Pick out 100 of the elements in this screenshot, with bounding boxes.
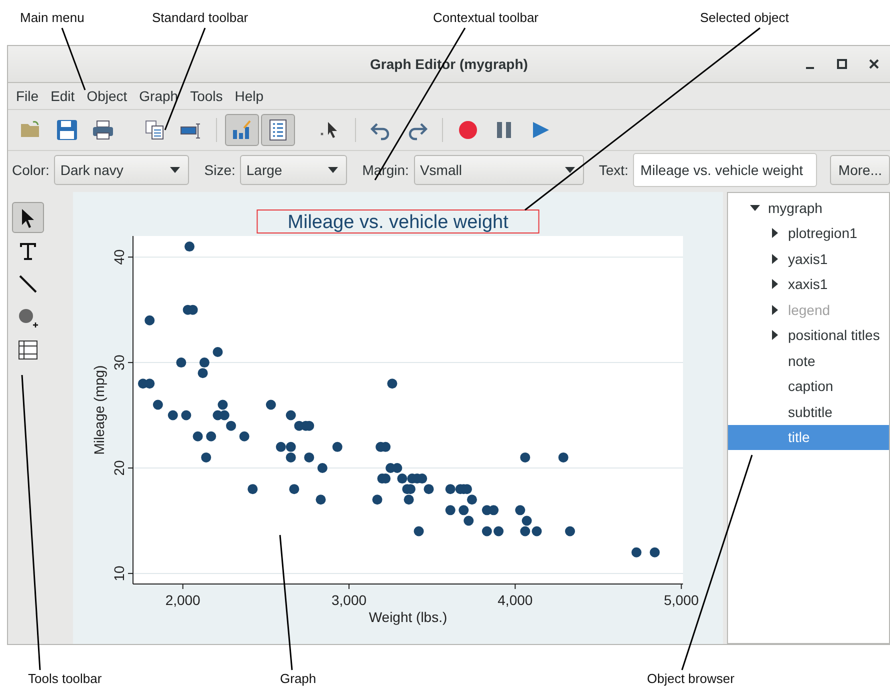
data-point: [304, 452, 314, 462]
data-point: [466, 494, 477, 505]
menu-item[interactable]: Object: [80, 86, 134, 106]
data-point: [188, 304, 198, 315]
callout-label: Standard toolbar: [152, 10, 248, 25]
data-point: [417, 474, 428, 484]
data-point: [212, 347, 223, 357]
caret-icon: [170, 167, 180, 173]
data-point: [332, 442, 342, 452]
data-point: [488, 505, 499, 516]
callout-label: Graph: [280, 671, 316, 686]
data-point: [494, 526, 504, 536]
menu-item[interactable]: Graph: [133, 86, 184, 106]
data-point: [397, 474, 408, 484]
data-point: [532, 526, 542, 536]
data-point: [176, 358, 186, 368]
data-point: [520, 452, 530, 462]
leader-line: [61, 28, 86, 90]
data-point: [462, 484, 472, 494]
data-point: [199, 358, 210, 368]
data-point: [201, 452, 212, 462]
data-point: [248, 484, 258, 494]
tree-item[interactable]: note: [728, 348, 889, 374]
data-point: [372, 494, 382, 505]
data-point: [515, 505, 526, 516]
collapsed-arrow-icon[interactable]: [770, 279, 780, 290]
tree-item[interactable]: plotregion1: [728, 220, 889, 246]
data-point: [464, 516, 474, 526]
collapsed-arrow-icon[interactable]: [770, 254, 780, 264]
dropdown[interactable]: Dark navy: [54, 155, 190, 185]
x-tick-label: 5,000: [664, 592, 699, 608]
collapsed-arrow-icon[interactable]: [770, 228, 780, 238]
data-point: [286, 442, 296, 452]
text-field[interactable]: Mileage vs. vehicle weight: [633, 153, 818, 187]
data-point: [304, 420, 314, 431]
callout-label: Selected object: [700, 10, 789, 25]
tree-item[interactable]: yaxis1: [728, 246, 889, 272]
menu-item[interactable]: Help: [228, 86, 270, 106]
data-point: [406, 484, 416, 494]
menu-item[interactable]: Edit: [44, 86, 81, 106]
caret-icon: [564, 167, 575, 173]
minimize-icon: [806, 67, 814, 69]
data-point: [144, 315, 155, 326]
data-point: [445, 484, 456, 494]
data-point: [226, 420, 236, 431]
data-point: [565, 526, 575, 536]
tree-item[interactable]: mygraph: [728, 195, 889, 220]
data-point: [276, 442, 286, 452]
data-point: [650, 547, 660, 558]
callout-label: Tools toolbar: [28, 671, 102, 686]
data-point: [239, 431, 250, 442]
data-point: [424, 484, 434, 494]
data-point: [206, 431, 216, 442]
x-tick-label: 4,000: [498, 592, 533, 608]
data-point: [520, 526, 530, 536]
y-tick-label: 40: [111, 249, 127, 265]
data-point: [445, 505, 456, 516]
data-point: [414, 526, 424, 536]
data-point: [289, 484, 300, 494]
callout-label: Contextual toolbar: [433, 10, 539, 25]
x-tick-label: 2,000: [165, 592, 200, 608]
tool-button[interactable]: [12, 202, 44, 233]
tree-item[interactable]: subtitle: [728, 399, 889, 424]
callout-label: Main menu: [20, 10, 84, 25]
field-label: Color:: [12, 162, 50, 178]
data-point: [168, 410, 178, 420]
menu-item[interactable]: File: [10, 86, 45, 106]
graph-title[interactable]: Mileage vs. vehicle weight: [288, 212, 508, 233]
y-tick-label: 10: [111, 566, 127, 582]
caret-icon: [328, 167, 338, 173]
data-point: [144, 378, 155, 389]
data-point: [152, 400, 163, 410]
callout-label: Object browser: [647, 671, 734, 686]
tree-item[interactable]: caption: [728, 374, 889, 399]
dropdown[interactable]: Vsmall: [414, 155, 584, 185]
tree-item[interactable]: xaxis1: [728, 272, 889, 297]
field-label: Text:: [598, 162, 628, 178]
y-axis-title: Mileage (mpg): [91, 365, 107, 455]
x-tick-label: 3,000: [332, 592, 367, 608]
field-label: Size:: [204, 162, 236, 178]
data-point: [316, 494, 326, 505]
tree-item[interactable]: positional titles: [728, 322, 889, 348]
dropdown[interactable]: Large: [240, 155, 348, 185]
data-point: [181, 410, 192, 420]
data-point: [198, 368, 208, 378]
x-axis-title: Weight (lbs.): [368, 609, 448, 625]
expanded-arrow-icon[interactable]: [750, 202, 760, 213]
data-point: [286, 452, 296, 462]
toolbar-button[interactable]: [261, 114, 295, 146]
data-point: [392, 463, 402, 473]
collapsed-arrow-icon[interactable]: [770, 330, 780, 340]
save-icon: [55, 118, 79, 142]
data-point: [184, 242, 194, 252]
menu-item[interactable]: Tools: [184, 86, 229, 106]
close-icon: [869, 59, 879, 69]
grid-icon: [16, 338, 40, 362]
data-point: [404, 494, 414, 505]
more-button[interactable]: More...: [830, 155, 890, 185]
y-tick-label: 30: [111, 354, 127, 370]
data-point: [266, 400, 276, 410]
